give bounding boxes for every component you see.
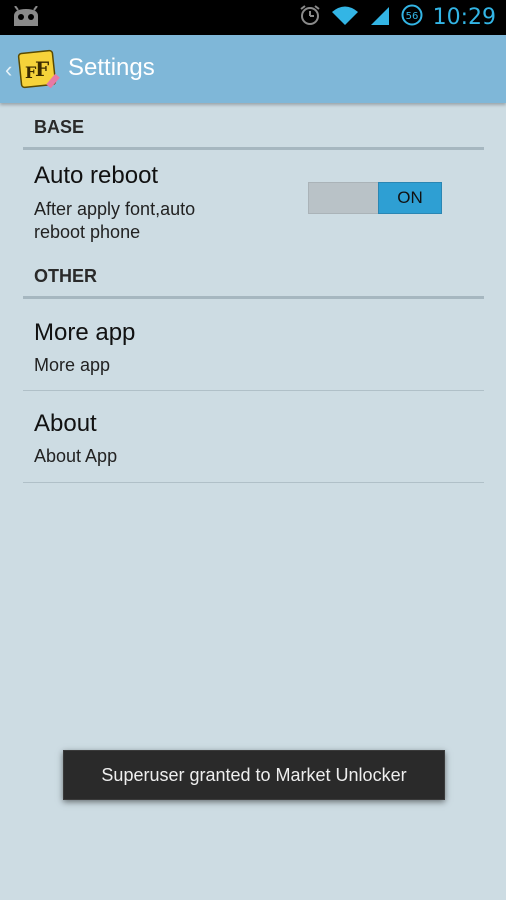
status-bar: 56 10:29 (0, 0, 506, 35)
pref-title: Auto reboot (34, 162, 159, 189)
action-bar: ‹ F F Settings (0, 35, 506, 103)
alarm-icon (299, 4, 321, 31)
section-header-other: OTHER (23, 252, 484, 299)
wifi-icon (331, 4, 359, 31)
divider (23, 482, 484, 483)
pref-summary: reboot phone (34, 222, 141, 242)
status-clock: 10:29 (432, 5, 496, 30)
section-header-base: BASE (23, 103, 484, 150)
pref-summary: After apply font,auto (34, 199, 196, 219)
cyanogenmod-android-icon (12, 5, 40, 33)
settings-list: BASE Auto reboot After apply font,auto r… (23, 103, 484, 483)
auto-reboot-toggle[interactable]: ON (308, 182, 442, 214)
pref-auto-reboot[interactable]: Auto reboot After apply font,auto reboot… (23, 150, 484, 252)
chevron-left-icon[interactable]: ‹ (5, 57, 12, 83)
pref-summary: About App (34, 446, 118, 466)
data-badge-icon: 56 (401, 4, 423, 31)
page-title: Settings (68, 54, 155, 81)
svg-text:F: F (35, 57, 49, 81)
pref-summary: More app (34, 355, 111, 375)
pref-about[interactable]: About About App (23, 391, 484, 483)
pref-title: More app (34, 319, 136, 346)
toggle-thumb: ON (378, 182, 442, 214)
pref-more-app[interactable]: More app More app (23, 299, 484, 391)
pref-title: About (34, 410, 97, 437)
svg-text:56: 56 (405, 11, 418, 22)
font-app-logo[interactable]: F F (17, 46, 67, 92)
signal-icon (369, 4, 391, 31)
toast-message: Superuser granted to Market Unlocker (63, 750, 445, 800)
section-header-label: BASE (34, 117, 85, 137)
section-header-label: OTHER (34, 266, 97, 286)
